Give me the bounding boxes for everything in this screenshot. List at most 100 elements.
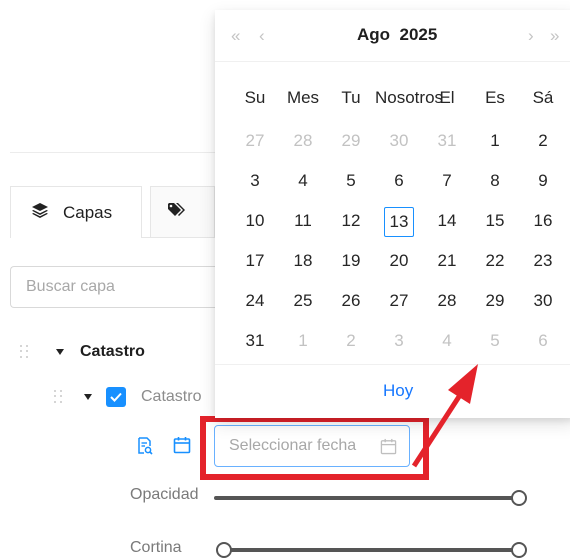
day-cell[interactable]: 8	[471, 163, 519, 203]
day-number: 28	[293, 131, 313, 150]
weekday-label: Tu	[341, 88, 361, 107]
day-cell[interactable]: 27	[231, 123, 279, 163]
day-number: 28	[437, 291, 457, 310]
day-cell[interactable]: 1	[471, 123, 519, 163]
day-cell[interactable]: 31	[423, 123, 471, 163]
day-number: 15	[485, 211, 505, 230]
day-number: 31	[437, 131, 457, 150]
caret-down-icon[interactable]	[84, 394, 92, 400]
day-cell[interactable]: 28	[423, 283, 471, 323]
day-cell[interactable]: 7	[423, 163, 471, 203]
tree-group-catastro[interactable]: Catastro	[20, 340, 145, 364]
layer-visibility-checkbox[interactable]	[106, 387, 126, 407]
opacity-slider-handle[interactable]	[511, 490, 527, 506]
calendar-icon[interactable]	[172, 434, 192, 456]
day-cell[interactable]: 2	[327, 323, 375, 363]
layers-icon	[31, 202, 49, 223]
day-cell[interactable]: 30	[519, 283, 567, 323]
day-cell[interactable]: 9	[519, 163, 567, 203]
day-number: 11	[294, 211, 312, 230]
curtain-slider-handle-right[interactable]	[511, 542, 527, 558]
day-cell[interactable]: 6	[519, 323, 567, 363]
calendar-icon	[380, 438, 397, 460]
day-cell[interactable]: 10	[231, 203, 279, 243]
day-cell[interactable]: 22	[471, 243, 519, 283]
weekday-label: Su	[244, 88, 266, 107]
day-cell[interactable]: 4	[279, 163, 327, 203]
day-cell[interactable]: 5	[471, 323, 519, 363]
day-cell[interactable]: 20	[375, 243, 423, 283]
day-cell[interactable]: 31	[231, 323, 279, 363]
day-number: 2	[538, 131, 548, 150]
day-number: 31	[245, 331, 265, 350]
day-cell[interactable]: 16	[519, 203, 567, 243]
day-cell[interactable]: 3	[231, 163, 279, 203]
prev-year-icon[interactable]: «	[231, 27, 240, 45]
today-button[interactable]: Hoy	[383, 381, 413, 401]
date-picker-input[interactable]: Seleccionar fecha	[214, 425, 410, 467]
prev-month-icon[interactable]: ‹	[259, 27, 265, 45]
opacity-label: Opacidad	[130, 486, 199, 503]
day-number: 12	[341, 211, 361, 230]
day-cell[interactable]: 28	[279, 123, 327, 163]
day-number: 5	[346, 171, 356, 190]
curtain-slider-track[interactable]	[226, 548, 518, 552]
tree-layer-catastro[interactable]: Catastro	[54, 384, 201, 410]
day-cell[interactable]: 6	[375, 163, 423, 203]
drag-handle-icon[interactable]	[54, 390, 64, 404]
day-cell[interactable]: 1	[279, 323, 327, 363]
day-cell[interactable]: 26	[327, 283, 375, 323]
next-month-icon[interactable]: ›	[528, 27, 534, 45]
day-number: 29	[341, 131, 361, 150]
tags-icon	[167, 202, 187, 223]
day-cell[interactable]: 21	[423, 243, 471, 283]
day-number: 16	[533, 211, 553, 230]
next-year-icon[interactable]: »	[550, 27, 559, 45]
caret-down-icon[interactable]	[56, 349, 64, 355]
day-cell[interactable]: 18	[279, 243, 327, 283]
drag-handle-icon[interactable]	[20, 345, 30, 359]
weekday-label: Sá	[532, 88, 554, 107]
search-input[interactable]: Buscar capa	[10, 266, 220, 308]
day-cell[interactable]: 4	[423, 323, 471, 363]
day-number: 27	[245, 131, 265, 150]
day-number: 18	[293, 251, 313, 270]
date-picker-popup: « ‹ Ago 2025 › » Su Mes Tu Nosotros El Es Sá 2…	[215, 10, 570, 418]
day-number: 1	[298, 331, 308, 350]
day-cell[interactable]: 30	[375, 123, 423, 163]
day-cell[interactable]: 2	[519, 123, 567, 163]
day-cell-today[interactable]: 13	[375, 203, 423, 243]
month-label[interactable]: Ago	[357, 25, 390, 44]
day-number: 5	[490, 331, 500, 350]
tree-layer-label: Catastro	[141, 388, 202, 405]
day-cell[interactable]: 29	[471, 283, 519, 323]
search-document-icon[interactable]	[136, 436, 154, 456]
day-cell[interactable]: 27	[375, 283, 423, 323]
day-number: 30	[389, 131, 409, 150]
opacity-slider-track[interactable]	[214, 496, 518, 500]
day-cell[interactable]: 14	[423, 203, 471, 243]
day-cell[interactable]: 23	[519, 243, 567, 283]
day-cell[interactable]: 17	[231, 243, 279, 283]
tab-tags[interactable]	[150, 186, 215, 238]
month-year-label[interactable]: Ago 2025	[357, 25, 437, 45]
curtain-slider-handle-left[interactable]	[216, 542, 232, 558]
day-cell[interactable]: 19	[327, 243, 375, 283]
day-number: 1	[490, 131, 500, 150]
day-number: 7	[442, 171, 452, 190]
day-cell[interactable]: 15	[471, 203, 519, 243]
day-cell[interactable]: 5	[327, 163, 375, 203]
day-number: 20	[389, 251, 409, 270]
weekday-label: El	[439, 88, 455, 107]
day-number: 3	[394, 331, 404, 350]
day-cell[interactable]: 24	[231, 283, 279, 323]
day-cell[interactable]: 12	[327, 203, 375, 243]
calendar-header: « ‹ Ago 2025 › »	[215, 10, 570, 62]
day-cell[interactable]: 11	[279, 203, 327, 243]
day-cell[interactable]: 25	[279, 283, 327, 323]
tab-layers[interactable]: Capas	[10, 186, 142, 238]
year-label[interactable]: 2025	[400, 25, 438, 44]
day-number: 22	[485, 251, 505, 270]
day-cell[interactable]: 3	[375, 323, 423, 363]
day-cell[interactable]: 29	[327, 123, 375, 163]
